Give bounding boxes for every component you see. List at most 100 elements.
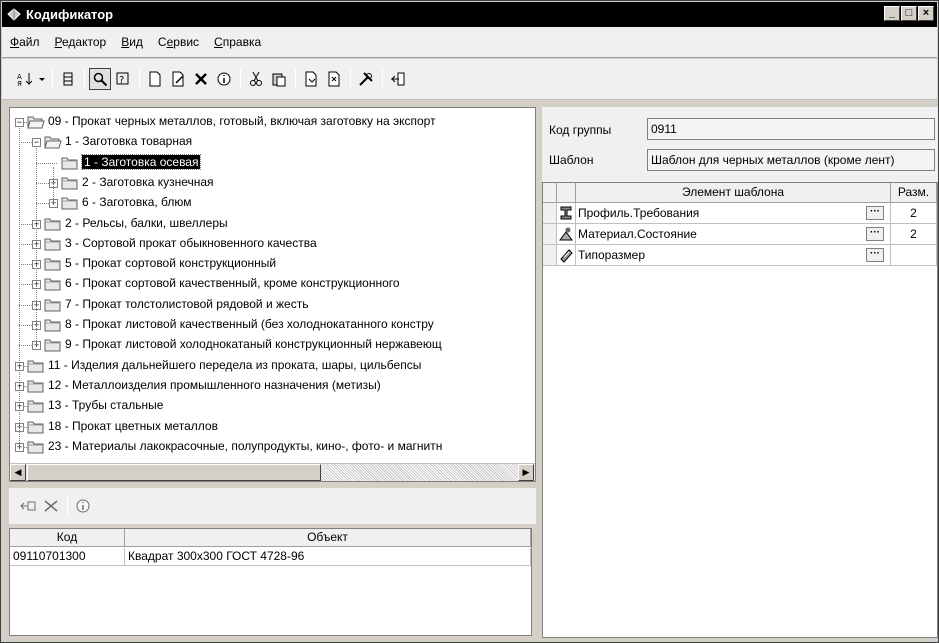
- find-icon[interactable]: [89, 68, 111, 90]
- separator: [67, 496, 68, 516]
- title-bar[interactable]: Кодификатор _ □ ×: [2, 2, 937, 27]
- folder-icon: [27, 359, 45, 373]
- remove-object-icon[interactable]: [40, 495, 62, 517]
- folder-icon: [61, 176, 79, 190]
- tree-node-label[interactable]: 6 - Заготовка, блюм: [82, 195, 192, 209]
- export-icon[interactable]: [323, 68, 345, 90]
- menu-item[interactable]: Файл: [10, 35, 40, 49]
- row-selector[interactable]: [543, 203, 557, 224]
- filter-icon[interactable]: ?: [112, 68, 134, 90]
- svg-text:Я: Я: [17, 80, 22, 87]
- dropdown-arrow-icon[interactable]: [37, 68, 47, 90]
- object-name-cell[interactable]: Квадрат 300x300 ГОСТ 4728-96: [125, 548, 531, 566]
- scroll-left-button[interactable]: ◀: [10, 464, 26, 481]
- scroll-track[interactable]: [321, 464, 518, 481]
- folder-icon: [44, 318, 62, 332]
- i-beam-icon: [557, 203, 576, 224]
- main-toolbar: AЯ ?: [2, 59, 937, 100]
- separator: [139, 69, 140, 89]
- edit-icon[interactable]: [167, 68, 189, 90]
- tree-connector: [36, 162, 57, 164]
- separator: [350, 69, 351, 89]
- separator: [295, 69, 296, 89]
- row-selector[interactable]: [543, 245, 557, 266]
- column-header-code[interactable]: Код: [10, 529, 125, 547]
- minimize-button[interactable]: _: [884, 6, 900, 21]
- tree-node-label[interactable]: 09 - Прокат черных металлов, готовый, вк…: [48, 114, 436, 128]
- folder-icon: [61, 196, 79, 210]
- object-code-cell[interactable]: 09110701300: [10, 548, 125, 566]
- folder-icon: [27, 420, 45, 434]
- info-icon[interactable]: [213, 68, 235, 90]
- icon-column-header: [557, 183, 576, 203]
- column-header-size[interactable]: Разм.: [891, 183, 937, 203]
- folder-icon: [61, 156, 79, 170]
- tree-node-label[interactable]: 3 - Сортовой прокат обыкновенного качест…: [65, 236, 317, 250]
- group-code-field[interactable]: 0911: [647, 118, 935, 140]
- folder-icon: [44, 237, 62, 251]
- tree-node-label[interactable]: 9 - Прокат листовой холоднокатаный конст…: [65, 337, 442, 351]
- menu-item[interactable]: Вид: [121, 35, 143, 49]
- row-selector[interactable]: [543, 224, 557, 245]
- folder-icon: [44, 277, 62, 291]
- ellipsis-button[interactable]: ···: [866, 227, 884, 241]
- folder-open-icon: [27, 115, 45, 129]
- scroll-thumb[interactable]: [27, 464, 321, 481]
- tree-node-label[interactable]: 18 - Прокат цветных металлов: [48, 419, 218, 433]
- template-element-row[interactable]: Материал.Состояние ··· 2: [543, 224, 937, 245]
- template-element-size[interactable]: 2: [891, 224, 937, 245]
- template-element-size[interactable]: 2: [891, 203, 937, 224]
- folder-icon: [44, 257, 62, 271]
- template-element-row[interactable]: Типоразмер ···: [543, 245, 937, 266]
- template-field[interactable]: Шаблон для черных металлов (кроме лент): [647, 149, 935, 171]
- ellipsis-button[interactable]: ···: [866, 206, 884, 220]
- object-info-icon[interactable]: [72, 495, 94, 517]
- tree-node-label[interactable]: 2 - Рельсы, балки, швеллеры: [65, 216, 228, 230]
- horizontal-scrollbar[interactable]: ◀ ▶: [10, 463, 535, 481]
- separator: [240, 69, 241, 89]
- import-icon[interactable]: [300, 68, 322, 90]
- settings-icon[interactable]: [355, 68, 377, 90]
- exit-icon[interactable]: [387, 68, 409, 90]
- tree-node-label[interactable]: 12 - Металлоизделия промышленного назнач…: [48, 378, 381, 392]
- tree-node-label[interactable]: 1 - Заготовка осевая: [80, 153, 202, 170]
- menu-item[interactable]: Сервис: [158, 35, 199, 49]
- tree-node-label[interactable]: 11 - Изделия дальнейшего передела из про…: [48, 358, 421, 372]
- group-tree[interactable]: −09 - Прокат черных металлов, готовый, в…: [10, 108, 535, 463]
- new-doc-icon[interactable]: [144, 68, 166, 90]
- maximize-button[interactable]: □: [901, 6, 917, 21]
- tree-node-label[interactable]: 5 - Прокат сортовой конструкционный: [65, 256, 276, 270]
- tree-node-label[interactable]: 7 - Прокат толстолистовой рядовой и жест…: [65, 297, 308, 311]
- separator: [84, 69, 85, 89]
- tree-node-label[interactable]: 2 - Заготовка кузнечная: [82, 175, 214, 189]
- delete-icon[interactable]: [190, 68, 212, 90]
- ellipsis-button[interactable]: ···: [866, 248, 884, 262]
- template-element-name: Профиль.Требования: [578, 206, 700, 220]
- template-element-row[interactable]: Профиль.Требования ··· 2: [543, 203, 937, 224]
- column-header-element[interactable]: Элемент шаблона: [576, 183, 891, 203]
- menu-item[interactable]: Справка: [214, 35, 261, 49]
- template-element-size[interactable]: [891, 245, 937, 266]
- column-header-object[interactable]: Объект: [125, 529, 531, 547]
- tree-node-label[interactable]: 8 - Прокат листовой качественный (без хо…: [65, 317, 434, 331]
- tree-connector: [19, 126, 20, 447]
- grid-icon[interactable]: [57, 68, 79, 90]
- tree-node-label[interactable]: 13 - Трубы стальные: [48, 398, 163, 412]
- tree-node-label[interactable]: 1 - Заготовка товарная: [65, 134, 192, 148]
- cut-icon[interactable]: [245, 68, 267, 90]
- tree-connector: [36, 146, 37, 346]
- window-title: Кодификатор: [26, 7, 114, 22]
- scroll-right-button[interactable]: ▶: [518, 464, 534, 481]
- group-code-label: Код группы: [549, 123, 612, 137]
- tree-node-label[interactable]: 23 - Материалы лакокрасочные, полупродук…: [48, 439, 442, 453]
- paste-icon[interactable]: [268, 68, 290, 90]
- sort-az-icon[interactable]: AЯ: [14, 68, 36, 90]
- add-object-icon[interactable]: [17, 495, 39, 517]
- tree-node-label[interactable]: 6 - Прокат сортовой качественный, кроме …: [65, 276, 400, 290]
- group-details-panel: Код группы 0911 Шаблон Шаблон для черных…: [542, 107, 938, 638]
- codifier-window: Кодификатор _ □ × Файл Редактор Вид Сервис С…: [0, 0, 939, 643]
- app-icon: [6, 7, 22, 23]
- close-button[interactable]: ×: [918, 6, 934, 21]
- folder-icon: [44, 298, 62, 312]
- menu-item[interactable]: Редактор: [55, 35, 107, 49]
